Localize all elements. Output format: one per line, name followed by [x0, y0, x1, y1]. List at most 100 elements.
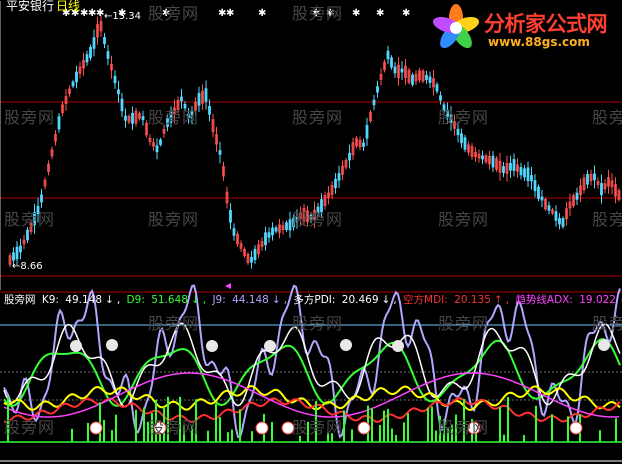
candle-body [540, 196, 544, 201]
chart-title: 平安银行 日线 [6, 0, 80, 13]
candle-body [547, 205, 551, 211]
candle-body [456, 128, 460, 136]
candle-body [481, 155, 484, 160]
logo-url[interactable]: www.88gs.com [488, 35, 590, 49]
watermark: 股旁网 [592, 210, 622, 229]
candle-body [204, 88, 208, 102]
candlestick-chart-canvas[interactable]: ✱ ✱ ✱ ✱ ✱ ✱ ✱ ✱ ✱ ✱ ✱ ✱ ✱ ✱ ✱ [0, 0, 622, 464]
signal-star-icon: ✱ [258, 8, 266, 19]
smiley-top-icon [70, 340, 82, 352]
smiley-top-icon [598, 339, 610, 351]
candle-body [561, 218, 565, 227]
candle-body [390, 57, 393, 68]
period-label[interactable]: 日线 [56, 0, 80, 13]
candle-body [439, 95, 442, 101]
candle-body [593, 173, 596, 181]
candle-body [120, 98, 124, 112]
candle-body [509, 162, 512, 171]
candle-body [337, 173, 341, 181]
candle-body [124, 115, 127, 121]
smiley-top-icon [206, 340, 218, 352]
watermark: 股旁网 [592, 314, 622, 333]
indicator-name[interactable]: 股旁网 [4, 294, 36, 306]
candle-body [89, 46, 92, 59]
candle-body [15, 246, 19, 260]
candle-body [393, 66, 397, 74]
watermark: 股旁网 [292, 418, 344, 437]
candle-body [463, 137, 467, 150]
candle-body [131, 112, 134, 124]
watermark: 股旁网 [438, 418, 490, 437]
candle-body [411, 74, 414, 85]
candle-body [435, 84, 439, 92]
signal-star-icon: ✱ [402, 8, 410, 19]
candle-body [425, 74, 428, 80]
smiley-bottom-icon [569, 421, 583, 435]
logo-title: 分析家公式网 [484, 12, 608, 36]
stock-name[interactable]: 平安银行 [6, 0, 54, 13]
candle-body [57, 116, 61, 130]
candle-body [285, 222, 288, 231]
watermark: 股旁网 [148, 4, 200, 23]
candle-body [85, 54, 89, 63]
candle-body [26, 229, 29, 241]
candle-body [208, 105, 211, 115]
watermark: 股旁网 [148, 418, 200, 437]
stock-chart-window: ✱ ✱ ✱ ✱ ✱ ✱ ✱ ✱ ✱ ✱ ✱ ✱ ✱ ✱ ✱ 股旁网 股旁网 股旁网 股旁网 股旁网 股旁网 … [0, 0, 622, 464]
smiley-bottom-icon [357, 421, 371, 435]
candle-body [376, 86, 379, 93]
candle-body [586, 173, 589, 185]
low-price-marker: ←8.66 [12, 261, 43, 272]
candle-body [386, 50, 390, 60]
signal-star-icon: ✱ [352, 8, 360, 19]
watermark: 股旁网 [438, 108, 490, 127]
indicator-bar: 股旁网 K9: 49.148 ↓, D9: 51.648 ↓, J9: 44.148… [4, 294, 622, 307]
candle-body [288, 219, 292, 231]
candle-body [372, 99, 376, 106]
high-price-marker: ←15.34 [104, 11, 142, 22]
candle-body [12, 252, 15, 261]
smiley-bottom-icon [89, 421, 103, 435]
candle-body [232, 228, 236, 236]
watermark: 股旁网 [438, 314, 490, 333]
candle-body [40, 194, 43, 203]
candle-body [526, 167, 530, 182]
watermark: 股旁网 [292, 108, 344, 127]
candle-body [334, 178, 337, 189]
adx-readout: 趋势线ADX: 19.022↓, [515, 294, 622, 306]
smiley-top-icon [340, 339, 352, 351]
candle-body [400, 68, 404, 73]
candle-body [229, 209, 232, 223]
site-logo: 分析家公式网 www.88gs.com [428, 2, 622, 54]
candle-body [180, 96, 183, 102]
candle-body [267, 232, 271, 238]
candle-body [218, 150, 222, 155]
candle-body [537, 186, 540, 199]
pdi-readout: 多方PDI: 20.469 ↓, [293, 294, 397, 306]
candle-body [274, 227, 278, 232]
candle-body [460, 133, 463, 144]
watermark: 股旁网 [4, 418, 56, 437]
watermark: 股旁网 [148, 108, 200, 127]
flower-logo-icon [433, 4, 479, 49]
smiley-top-icon [392, 340, 404, 352]
signal-star-icon: ✱ [226, 8, 234, 19]
candle-body [533, 180, 537, 192]
smiley-top-icon [264, 340, 276, 352]
candle-body [271, 227, 274, 236]
low-arrow-icon [225, 283, 231, 289]
candle-body [117, 89, 120, 95]
watermark: 股旁网 [438, 210, 490, 229]
watermark: 股旁网 [292, 210, 344, 229]
j9-readout: J9: 44.148 ↓, [212, 294, 288, 306]
candle-body [491, 155, 495, 168]
watermark: 股旁网 [4, 108, 56, 127]
candle-body [575, 192, 579, 200]
watermark: 股旁网 [292, 314, 344, 333]
candle-body [558, 218, 561, 225]
candle-body [523, 168, 526, 178]
candle-body [554, 211, 558, 221]
candle-body [159, 139, 162, 145]
candle-body [530, 175, 533, 182]
candle-body [365, 125, 369, 139]
